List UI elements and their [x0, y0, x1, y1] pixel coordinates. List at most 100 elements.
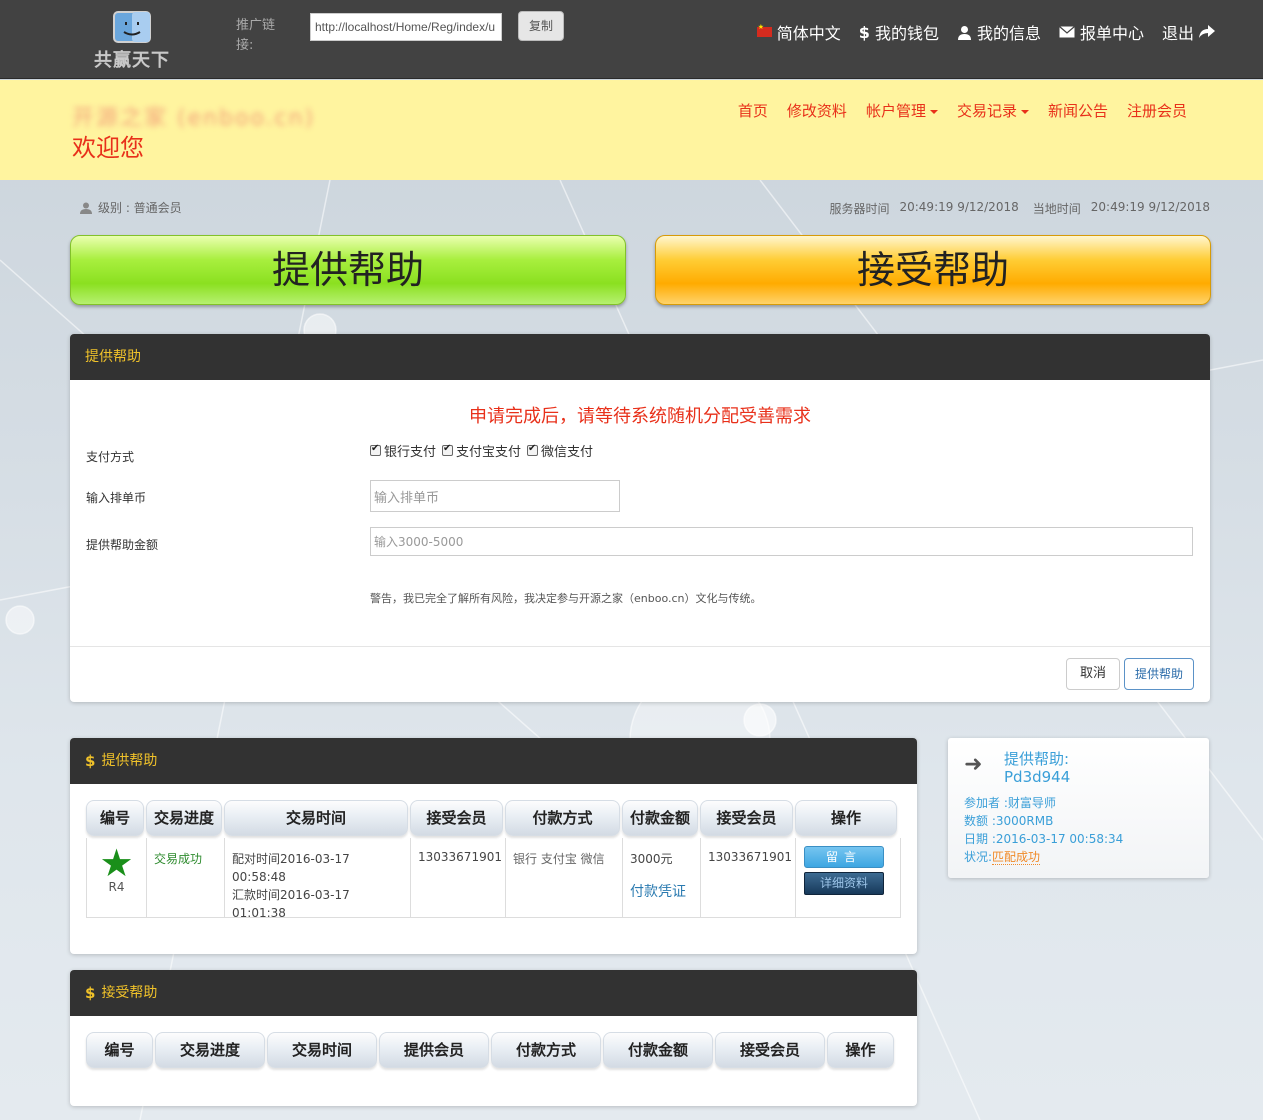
accept-table-head: 编号 交易进度 交易时间 提供会员 付款方式 付款金额 接受会员 操作 [86, 1032, 894, 1068]
col-receiver2: 接受会员 [700, 800, 793, 836]
accept-table-title: 接受帮助 [101, 985, 158, 1001]
provide-table-title: 提供帮助 [101, 753, 158, 769]
risk-warning: 警告，我已完全了解所有风险，我决定参与开源之家（enboo.cn）文化与传统。 [370, 592, 762, 605]
share-arrow-icon [1199, 25, 1215, 38]
main-nav: 首页 修改资料 帐户管理 交易记录 新闻公告 注册会员 [738, 100, 1187, 121]
cell-actions: 留言 详细资料 [796, 838, 900, 918]
member-level-text: 级别 : 普通会员 [98, 201, 182, 215]
accept-table-header: $ 接受帮助 [70, 970, 917, 1016]
language-menu[interactable]: 简体中文 [756, 20, 841, 44]
amount-label: 提供帮助金额 [86, 538, 159, 552]
cancel-button[interactable]: 取消 [1066, 658, 1120, 690]
col-id: 编号 [86, 1032, 153, 1068]
my-info-link[interactable]: 我的信息 [957, 20, 1041, 44]
arrow-right-icon: ➜ [964, 752, 983, 777]
dollar-icon: $ [85, 752, 96, 770]
payment-option-label: 微信支付 [541, 445, 594, 460]
form-header: 提供帮助 [70, 334, 1210, 380]
col-amount: 付款金额 [603, 1032, 713, 1068]
remit-time: 汇款时间2016-03-17 01:01:38 [232, 888, 350, 920]
col-time: 交易时间 [224, 800, 408, 836]
col-payment: 付款方式 [491, 1032, 601, 1068]
cell-receiver2: 13033671901 [701, 838, 796, 918]
nav-account[interactable]: 帐户管理 [866, 100, 938, 121]
nav-edit-profile[interactable]: 修改资料 [787, 100, 847, 121]
time-info: 服务器时间 20:49:19 9/12/2018 当地时间 20:49:19 9… [829, 200, 1210, 217]
provide-help-table-panel: $ 提供帮助 编号 交易进度 交易时间 接受会员 付款方式 付款金额 接受会员 操… [70, 738, 917, 954]
amount-input[interactable]: 输入3000-5000 [370, 527, 1193, 556]
col-provider: 提供会员 [379, 1032, 489, 1068]
table-row: ★ R4 交易成功 配对时间2016-03-17 00:58:48 汇款时间20… [86, 838, 901, 920]
summary-code: Pd3d944 [1004, 768, 1071, 786]
nav-register[interactable]: 注册会员 [1127, 100, 1187, 121]
accept-help-button[interactable]: 接受帮助 [655, 235, 1211, 305]
col-actions: 操作 [795, 800, 897, 836]
promo-link-input[interactable]: http://localhost/Home/Reg/index/u [310, 13, 502, 41]
finder-face-icon [113, 11, 151, 43]
wallet-label: 我的钱包 [874, 24, 939, 43]
checkbox-checked-icon [442, 443, 454, 456]
rank-label: R4 [108, 880, 125, 894]
envelope-icon [1059, 26, 1075, 38]
details-button[interactable]: 详细资料 [804, 872, 884, 895]
coin-label: 输入排单币 [86, 491, 147, 505]
wallet-link[interactable]: $ 我的钱包 [859, 20, 939, 44]
top-nav: 简体中文 $我的钱包 我的信息 报单中心 退出 [756, 20, 1215, 44]
copy-button[interactable]: 复制 [518, 11, 564, 41]
promo-link-label: 推广链接: [236, 18, 276, 53]
provide-help-button[interactable]: 提供帮助 [70, 235, 626, 305]
summary-status-row: 状况:匹配成功 [964, 848, 1123, 866]
nav-transactions[interactable]: 交易记录 [957, 100, 1029, 121]
match-time: 配对时间2016-03-17 00:58:48 [232, 852, 350, 884]
member-level: 级别 : 普通会员 [80, 199, 182, 216]
top-bar: 共赢天下 推广链接: http://localhost/Home/Reg/ind… [0, 0, 1263, 79]
cell-receiver: 13033671901 [411, 838, 506, 918]
nav-news[interactable]: 新闻公告 [1048, 100, 1108, 121]
voucher-link[interactable]: 付款凭证 [630, 881, 693, 901]
cell-amount: 3000元 付款凭证 [623, 838, 701, 918]
col-time: 交易时间 [267, 1032, 377, 1068]
col-payment: 付款方式 [505, 800, 620, 836]
local-time: 20:49:19 9/12/2018 [1090, 200, 1210, 214]
payment-method-label: 支付方式 [86, 450, 135, 464]
summary-amount: 数额 :3000RMB [964, 814, 1054, 828]
payment-option-label: 支付宝支付 [456, 445, 522, 460]
message-button[interactable]: 留言 [804, 846, 884, 868]
logo-text: 共赢天下 [94, 50, 170, 71]
server-time: 20:49:19 9/12/2018 [899, 200, 1019, 214]
logout-link[interactable]: 退出 [1162, 20, 1215, 44]
col-id: 编号 [86, 800, 144, 836]
cell-rank: ★ R4 [87, 838, 147, 918]
coin-input[interactable]: 输入排单币 [370, 480, 620, 512]
report-center-link[interactable]: 报单中心 [1059, 20, 1144, 44]
provide-table-head: 编号 交易进度 交易时间 接受会员 付款方式 付款金额 接受会员 操作 [86, 800, 897, 836]
language-label: 简体中文 [776, 24, 841, 43]
accept-help-table-panel: $ 接受帮助 编号 交易进度 交易时间 提供会员 付款方式 付款金额 接受会员 操… [70, 970, 917, 1106]
col-progress: 交易进度 [155, 1032, 265, 1068]
summary-label: 提供帮助: [1004, 750, 1070, 768]
checkbox-checked-icon [370, 443, 381, 456]
summary-date: 日期 :2016-03-17 00:58:34 [964, 832, 1124, 846]
nav-transactions-label: 交易记录 [956, 102, 1017, 120]
form-notice: 申请完成后，请等待系统随机分配受善需求 [469, 406, 811, 427]
col-receiver: 接受会员 [410, 800, 503, 836]
dollar-icon: $ [858, 22, 870, 42]
col-receiver: 接受会员 [715, 1032, 825, 1068]
submit-provide-help-button[interactable]: 提供帮助 [1124, 658, 1194, 690]
server-time-label: 服务器时间 [829, 202, 890, 216]
payment-option-bank[interactable]: 银行支付 [370, 441, 436, 460]
col-actions: 操作 [827, 1032, 894, 1068]
user-icon [957, 25, 971, 40]
provide-help-form: 提供帮助 申请完成后，请等待系统随机分配受善需求 支付方式 银行支付 支付宝支付… [70, 334, 1210, 702]
cell-time: 配对时间2016-03-17 00:58:48 汇款时间2016-03-17 0… [225, 838, 411, 920]
nav-home[interactable]: 首页 [738, 100, 768, 121]
logo[interactable]: 共赢天下 [84, 10, 180, 72]
china-flag-icon [756, 23, 772, 37]
payment-option-wechat[interactable]: 微信支付 [527, 441, 593, 460]
summary-status: 匹配成功 [992, 850, 1041, 865]
provide-table-header: $ 提供帮助 [70, 738, 917, 784]
summary-status-label: 状况: [964, 850, 993, 864]
cell-payment: 银行 支付宝 微信 [506, 838, 623, 918]
col-progress: 交易进度 [146, 800, 222, 836]
payment-option-alipay[interactable]: 支付宝支付 [442, 441, 521, 460]
